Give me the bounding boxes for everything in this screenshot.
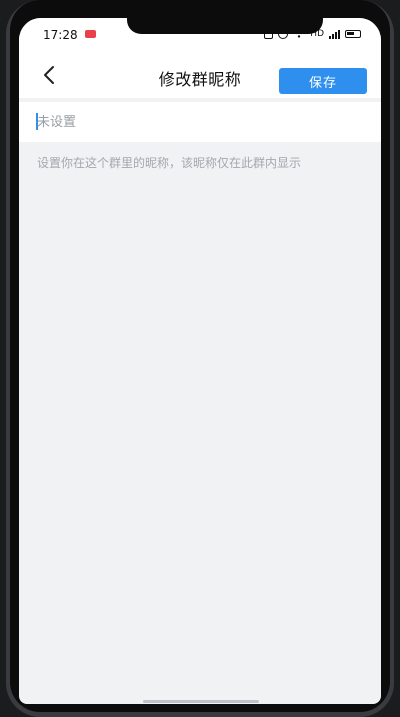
app-screen: 17:28 HD 修改群昵称 保存 设置你在这个群里的昵称，该昵称仅在此群内显示: [19, 18, 381, 704]
battery-icon: [345, 30, 361, 38]
home-indicator[interactable]: [143, 700, 259, 703]
nickname-hint: 设置你在这个群里的昵称，该昵称仅在此群内显示: [37, 156, 302, 170]
nickname-field: [19, 102, 381, 142]
nav-header: 修改群昵称 保存: [19, 52, 381, 98]
signal-icon: [329, 29, 340, 39]
camera-notch: [127, 18, 323, 34]
save-button[interactable]: 保存: [279, 68, 367, 94]
recording-badge-icon: [85, 30, 96, 38]
status-time: 17:28: [43, 28, 78, 42]
nickname-input[interactable]: [37, 102, 367, 142]
